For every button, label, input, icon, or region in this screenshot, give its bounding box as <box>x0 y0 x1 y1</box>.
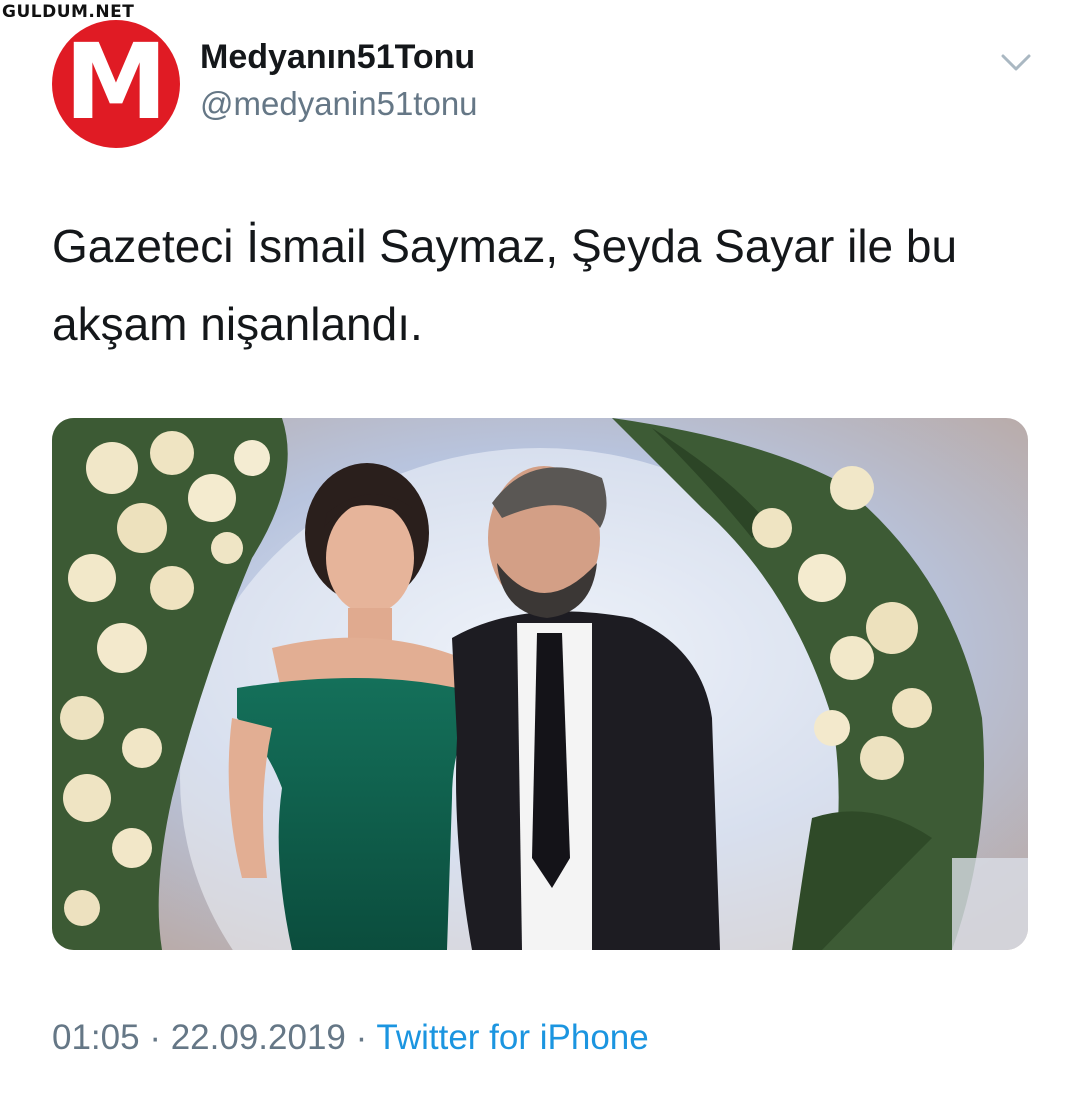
avatar[interactable]: M <box>52 20 180 148</box>
site-watermark: GULDUM.NET <box>2 2 135 22</box>
tweet-photo[interactable] <box>52 418 1028 950</box>
chevron-down-icon[interactable] <box>1000 50 1032 74</box>
user-handle[interactable]: @medyanin51tonu <box>200 85 478 123</box>
tweet-time[interactable]: 01:05 <box>52 1018 140 1057</box>
tweet-source-link[interactable]: Twitter for iPhone <box>376 1018 648 1057</box>
tweet-date[interactable]: 22.09.2019 <box>171 1018 346 1057</box>
meta-separator: · <box>355 1018 368 1057</box>
avatar-logo-letter: M <box>64 21 168 143</box>
tweet-text: Gazeteci İsmail Saymaz, Şeyda Sayar ile … <box>52 220 958 350</box>
tweet-meta: 01:05 · 22.09.2019 · Twitter for iPhone <box>52 1018 649 1058</box>
display-name[interactable]: Medyanın51Tonu <box>200 38 475 77</box>
meta-separator: · <box>149 1018 161 1057</box>
